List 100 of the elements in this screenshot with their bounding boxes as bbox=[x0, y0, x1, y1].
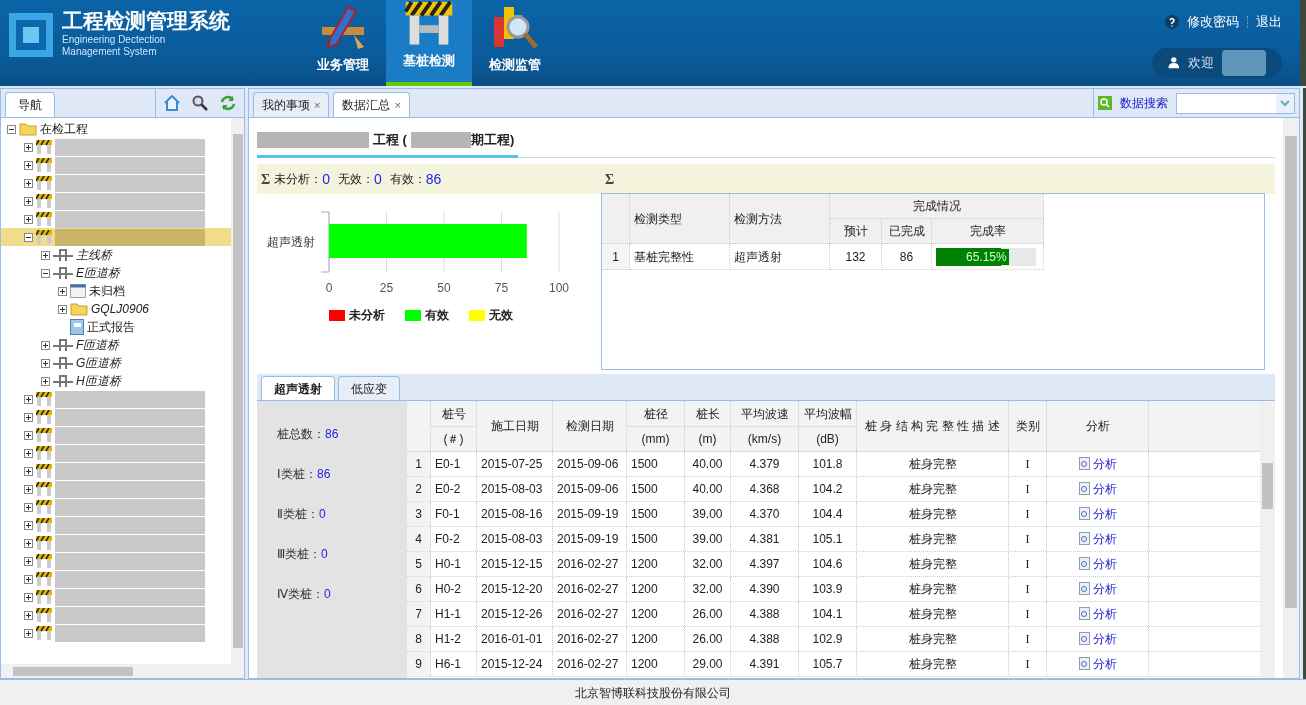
expand-toggle[interactable] bbox=[41, 358, 50, 368]
stat-label: Ⅰ类桩： bbox=[277, 466, 317, 483]
expand-toggle[interactable] bbox=[24, 520, 33, 530]
tree-row[interactable]: 未归档 bbox=[1, 282, 231, 300]
table-cell: 4.397 bbox=[731, 552, 799, 576]
collapse-toggle[interactable] bbox=[24, 232, 33, 242]
table-cell: 2015-12-24 bbox=[477, 652, 553, 676]
stat-label: Ⅱ类桩： bbox=[277, 506, 319, 523]
expand-toggle[interactable] bbox=[24, 628, 33, 638]
expand-toggle[interactable] bbox=[24, 214, 33, 224]
expand-toggle[interactable] bbox=[41, 250, 50, 260]
expand-toggle[interactable] bbox=[24, 142, 33, 152]
expand-toggle[interactable] bbox=[58, 286, 67, 296]
table-cell: 40.00 bbox=[685, 452, 731, 476]
horizontal-scrollbar[interactable] bbox=[1, 664, 244, 678]
tree-label[interactable]: E匝道桥 bbox=[76, 264, 120, 282]
close-icon[interactable]: × bbox=[394, 96, 401, 114]
expand-toggle[interactable] bbox=[41, 340, 50, 350]
blurred-username bbox=[1221, 49, 1266, 76]
expand-toggle[interactable] bbox=[24, 502, 33, 512]
table-cell: 86 bbox=[882, 244, 932, 270]
tree-row[interactable]: GQLJ0906 bbox=[1, 300, 231, 318]
expand-toggle[interactable] bbox=[58, 304, 67, 314]
book-icon bbox=[70, 319, 84, 335]
table-cell: 2015-08-03 bbox=[477, 527, 553, 551]
close-icon[interactable]: × bbox=[314, 96, 321, 114]
table-cell: I bbox=[1009, 527, 1047, 551]
tree-row[interactable]: F匝道桥 bbox=[1, 336, 231, 354]
header-unit: (＃) bbox=[431, 426, 476, 451]
expand-toggle[interactable] bbox=[24, 592, 33, 602]
document-search-icon bbox=[1078, 632, 1091, 646]
module-tab[interactable]: 基桩检测 bbox=[386, 0, 472, 86]
scrollbar[interactable] bbox=[1283, 118, 1299, 678]
row-number: 5 bbox=[407, 552, 431, 576]
row-number: 1 bbox=[407, 452, 431, 476]
tree-label[interactable]: H匝道桥 bbox=[76, 372, 121, 390]
tree-label[interactable]: GQLJ0906 bbox=[91, 300, 150, 318]
expand-toggle[interactable] bbox=[41, 376, 50, 386]
table-cell: 1500 bbox=[627, 527, 685, 551]
table-cell: I bbox=[1009, 652, 1047, 676]
expand-toggle[interactable] bbox=[24, 430, 33, 440]
tree-row[interactable]: E匝道桥 bbox=[1, 264, 231, 282]
row-number: 3 bbox=[407, 502, 431, 526]
analyze-link[interactable]: 分析 bbox=[1078, 655, 1117, 673]
tree-row[interactable]: 主线桥 bbox=[1, 246, 231, 264]
analyze-link[interactable]: 分析 bbox=[1078, 630, 1117, 648]
expand-toggle[interactable] bbox=[24, 412, 33, 422]
logout-link[interactable]: 退出 bbox=[1256, 12, 1282, 32]
tab[interactable]: 超声透射 bbox=[261, 376, 335, 400]
analyze-link[interactable]: 分析 bbox=[1078, 530, 1117, 548]
collapse-toggle[interactable] bbox=[41, 268, 50, 278]
module-tab[interactable]: 检测监管 bbox=[472, 0, 558, 86]
tree-label[interactable]: 在检工程 bbox=[40, 120, 88, 138]
analyze-link[interactable]: 分析 bbox=[1078, 455, 1117, 473]
legend-swatch bbox=[405, 309, 421, 321]
tree-row[interactable]: H匝道桥 bbox=[1, 372, 231, 390]
module-tab[interactable]: 业务管理 bbox=[300, 0, 386, 86]
tree-row[interactable]: 正式报告 bbox=[1, 318, 231, 336]
tree-label[interactable]: 正式报告 bbox=[87, 318, 135, 336]
expand-toggle[interactable] bbox=[24, 466, 33, 476]
header-unit: (m) bbox=[685, 426, 730, 451]
analyze-link[interactable]: 分析 bbox=[1078, 580, 1117, 598]
tab[interactable]: 低应变 bbox=[338, 376, 400, 400]
scrollbar[interactable] bbox=[1260, 401, 1275, 678]
expand-toggle[interactable] bbox=[24, 196, 33, 206]
change-password-link[interactable]: 修改密码 bbox=[1187, 12, 1239, 32]
search-icon[interactable] bbox=[192, 95, 208, 111]
title-text: 工程 ( bbox=[372, 131, 408, 150]
tree-label[interactable]: 主线桥 bbox=[76, 246, 112, 264]
expand-toggle[interactable] bbox=[24, 394, 33, 404]
analyze-link[interactable]: 分析 bbox=[1078, 605, 1117, 623]
expand-toggle[interactable] bbox=[24, 610, 33, 620]
tab[interactable]: 数据汇总 × bbox=[333, 92, 410, 117]
tree-label[interactable]: F匝道桥 bbox=[76, 336, 120, 354]
footer-text: 北京智博联科技股份有限公司 bbox=[575, 684, 731, 702]
table-cell: 桩身完整 bbox=[857, 652, 1009, 676]
analyze-link[interactable]: 分析 bbox=[1078, 555, 1117, 573]
bridge-icon bbox=[53, 266, 73, 280]
stat-value: 0 bbox=[324, 586, 331, 603]
home-icon[interactable] bbox=[164, 95, 180, 111]
navigation-tab[interactable]: 导航 bbox=[5, 92, 55, 117]
tree-label[interactable]: G匝道桥 bbox=[76, 354, 122, 372]
tree-label[interactable]: 未归档 bbox=[89, 282, 125, 300]
collapse-toggle[interactable] bbox=[7, 124, 16, 134]
expand-toggle[interactable] bbox=[24, 574, 33, 584]
expand-toggle[interactable] bbox=[24, 178, 33, 188]
expand-toggle[interactable] bbox=[24, 538, 33, 548]
refresh-icon[interactable] bbox=[220, 95, 236, 111]
tab[interactable]: 我的事项 × bbox=[253, 92, 330, 117]
expand-toggle[interactable] bbox=[24, 484, 33, 494]
tree-row[interactable]: 在检工程 bbox=[1, 120, 231, 138]
analyze-link[interactable]: 分析 bbox=[1078, 480, 1117, 498]
expand-toggle[interactable] bbox=[24, 448, 33, 458]
tree-row[interactable]: G匝道桥 bbox=[1, 354, 231, 372]
expand-toggle[interactable] bbox=[24, 556, 33, 566]
document-search-icon bbox=[1078, 607, 1091, 621]
expand-toggle[interactable] bbox=[24, 160, 33, 170]
scrollbar[interactable] bbox=[231, 118, 244, 664]
barrier-icon bbox=[36, 230, 52, 244]
analyze-link[interactable]: 分析 bbox=[1078, 505, 1117, 523]
